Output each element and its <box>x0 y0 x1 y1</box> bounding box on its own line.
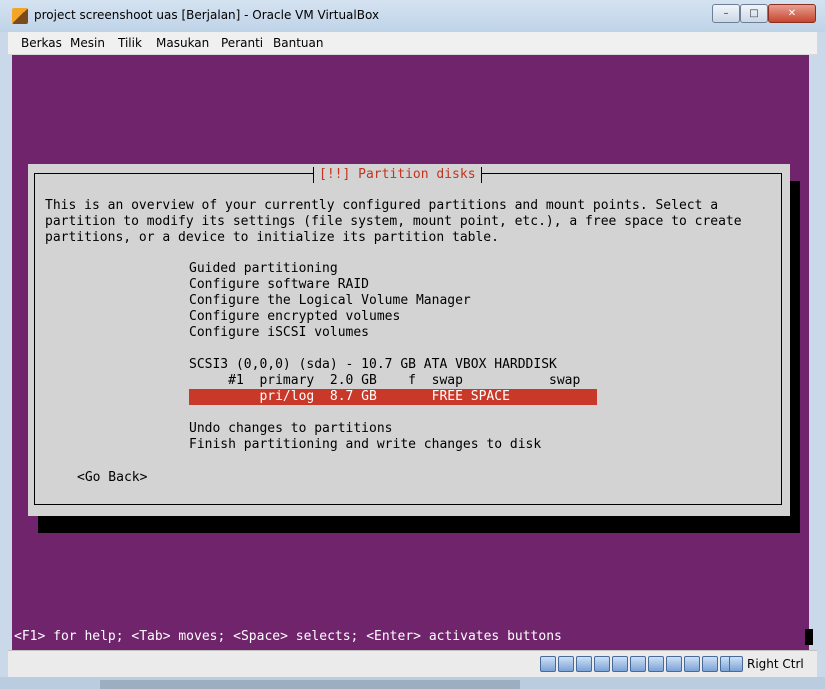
title-bar[interactable]: project screenshoot uas [Berjalan] - Ora… <box>0 0 825 32</box>
taskbar-fragment <box>100 680 520 689</box>
partition-swap[interactable]: #1 primary 2.0 GB f swap swap <box>189 373 580 389</box>
disk-entry[interactable]: SCSI3 (0,0,0) (sda) - 10.7 GB ATA VBOX H… <box>189 357 557 373</box>
vm-display[interactable]: [!!] Partition disks This is an overview… <box>12 55 813 650</box>
help-line: <F1> for help; <Tab> moves; <Space> sele… <box>14 629 562 644</box>
option-guided-partitioning[interactable]: Guided partitioning <box>189 261 338 277</box>
menu-mesin[interactable]: Mesin <box>70 36 105 50</box>
virtualbox-app-icon <box>12 8 28 24</box>
dialog-title: [!!] Partition disks <box>313 167 482 183</box>
pencil-icon[interactable] <box>612 656 628 672</box>
minimize-button[interactable]: – <box>712 4 740 23</box>
optical-drive-icon[interactable] <box>558 656 574 672</box>
description-line: partition to modify its settings (file s… <box>45 214 742 229</box>
host-key-label: Right Ctrl <box>747 657 804 671</box>
menu-berkas[interactable]: Berkas <box>21 36 62 50</box>
keyboard-capture-icon[interactable] <box>729 656 743 672</box>
menu-bar: Berkas Mesin Tilik Masukan Peranti Bantu… <box>8 32 817 55</box>
capture-icon[interactable] <box>684 656 700 672</box>
window-title: project screenshoot uas [Berjalan] - Ora… <box>34 8 380 22</box>
text-cursor <box>805 629 813 645</box>
option-software-raid[interactable]: Configure software RAID <box>189 277 369 293</box>
option-undo-changes[interactable]: Undo changes to partitions <box>189 421 393 437</box>
display-icon[interactable] <box>648 656 664 672</box>
folder-icon[interactable] <box>630 656 646 672</box>
description-line: This is an overview of your currently co… <box>45 198 719 213</box>
option-lvm[interactable]: Configure the Logical Volume Manager <box>189 293 471 309</box>
option-iscsi-volumes[interactable]: Configure iSCSI volumes <box>189 325 369 341</box>
menu-masukan[interactable]: Masukan <box>156 36 209 50</box>
video-capture-icon[interactable] <box>702 656 718 672</box>
usb-icon[interactable] <box>576 656 592 672</box>
partition-free-space-selected[interactable]: pri/log 8.7 GB FREE SPACE <box>189 389 597 405</box>
option-finish-partitioning[interactable]: Finish partitioning and write changes to… <box>189 437 541 453</box>
option-encrypted-volumes[interactable]: Configure encrypted volumes <box>189 309 400 325</box>
close-button[interactable]: ✕ <box>768 4 816 23</box>
maximize-button[interactable]: □ <box>740 4 768 23</box>
shared-folder-icon[interactable] <box>666 656 682 672</box>
menu-peranti[interactable]: Peranti <box>221 36 263 50</box>
description-line: partitions, or a device to initialize it… <box>45 230 499 245</box>
status-bar: Right Ctrl <box>8 650 817 677</box>
menu-tilik[interactable]: Tilik <box>118 36 142 50</box>
menu-bantuan[interactable]: Bantuan <box>273 36 323 50</box>
go-back-button[interactable]: <Go Back> <box>77 470 147 486</box>
hard-disk-icon[interactable] <box>540 656 556 672</box>
network-icon[interactable] <box>594 656 610 672</box>
partition-dialog: [!!] Partition disks This is an overview… <box>28 164 790 516</box>
